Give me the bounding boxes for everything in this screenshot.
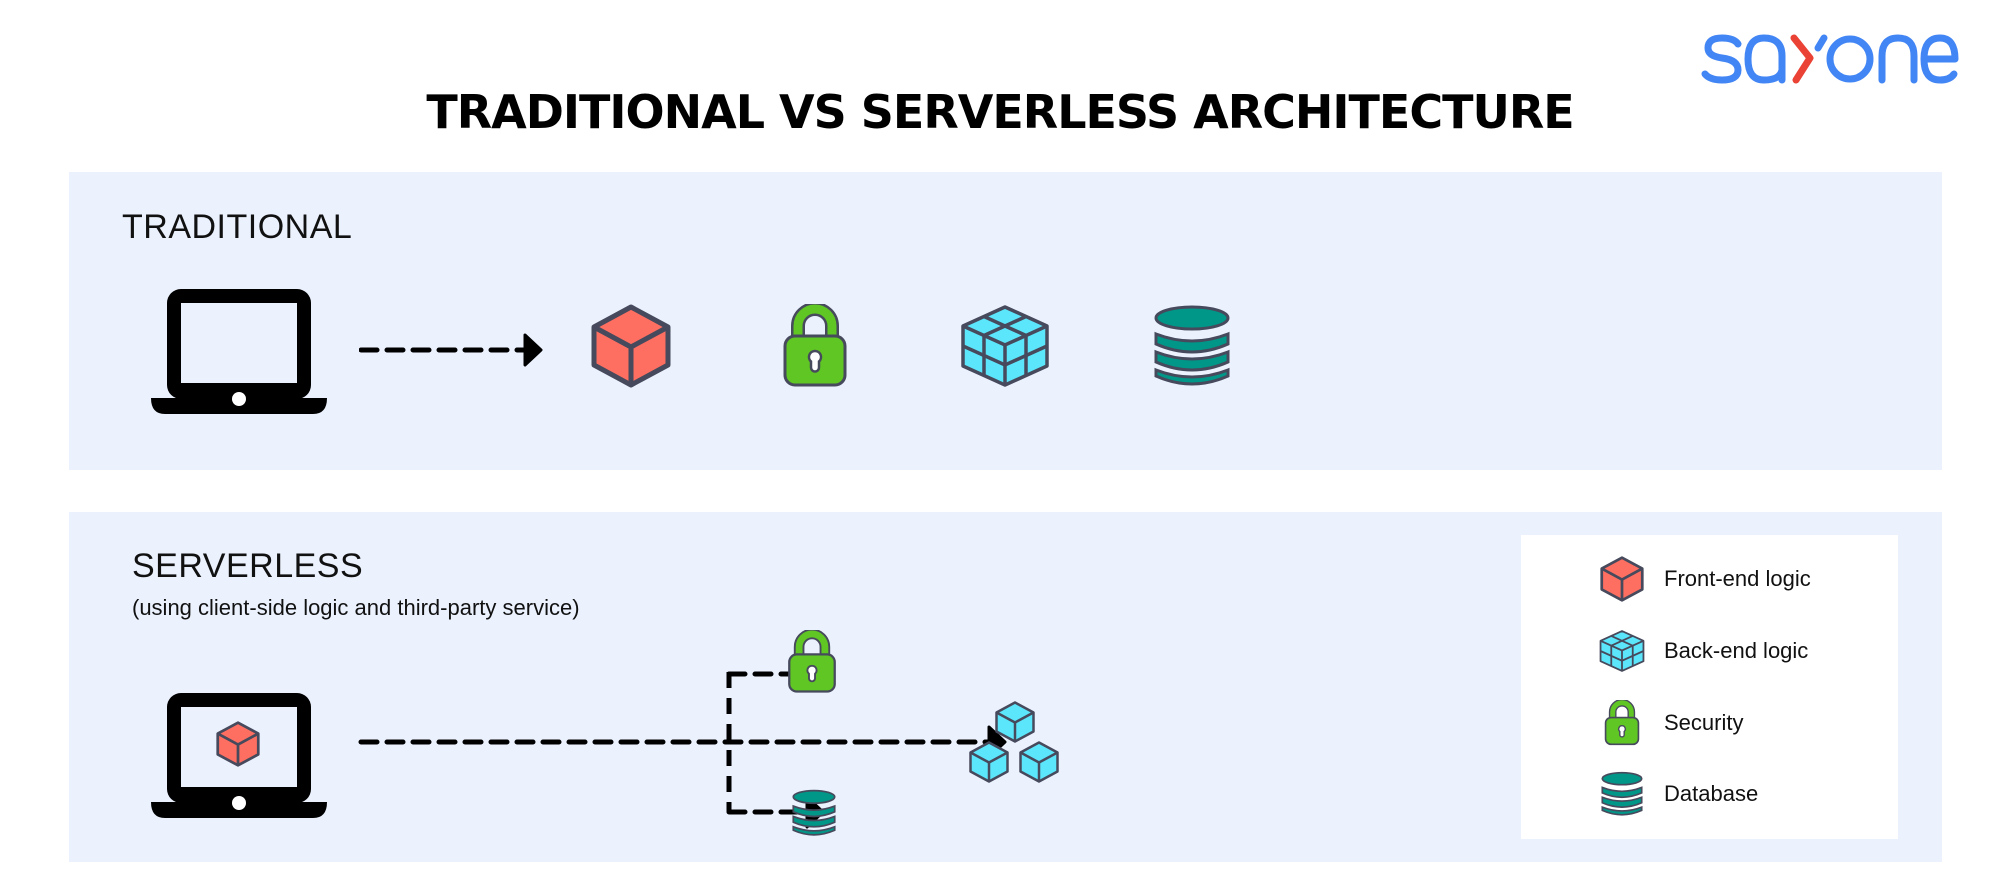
sayone-logo: sayone	[1701, 34, 1959, 84]
front-end-cube-icon	[1599, 556, 1645, 602]
legend-item-database: Database	[1599, 770, 1758, 818]
serverless-heading: SERVERLESS	[132, 547, 364, 585]
lock-icon	[787, 630, 837, 694]
legend-label: Back-end logic	[1664, 638, 1809, 663]
back-end-cube-grid-icon	[960, 304, 1050, 388]
lock-icon	[782, 304, 848, 388]
database-icon	[1152, 304, 1232, 388]
traditional-panel: TRADITIONAL	[69, 172, 1942, 470]
legend-item-security: Security	[1599, 699, 1743, 747]
legend-item-front-end: Front-end logic	[1599, 555, 1811, 603]
branching-arrows	[358, 657, 1007, 829]
page-title: TRADITIONAL VS SERVERLESS ARCHITECTURE	[426, 85, 1574, 139]
front-end-cube-icon	[216, 721, 260, 767]
arrow-right-icon	[359, 333, 543, 367]
cube-cluster-icon	[967, 700, 1063, 790]
legend-label: Front-end logic	[1664, 566, 1811, 591]
database-icon	[791, 788, 837, 838]
lock-icon	[1599, 700, 1645, 746]
front-end-cube-icon	[591, 304, 671, 388]
legend: Front-end logic Back-end logic Security …	[1521, 535, 1898, 839]
traditional-heading: TRADITIONAL	[122, 208, 353, 246]
legend-label: Security	[1664, 710, 1744, 735]
legend-label: Database	[1664, 781, 1759, 806]
database-icon	[1599, 771, 1645, 817]
legend-item-back-end: Back-end logic	[1599, 627, 1808, 675]
back-end-cube-grid-icon	[1599, 628, 1645, 674]
laptop-icon	[151, 286, 327, 414]
